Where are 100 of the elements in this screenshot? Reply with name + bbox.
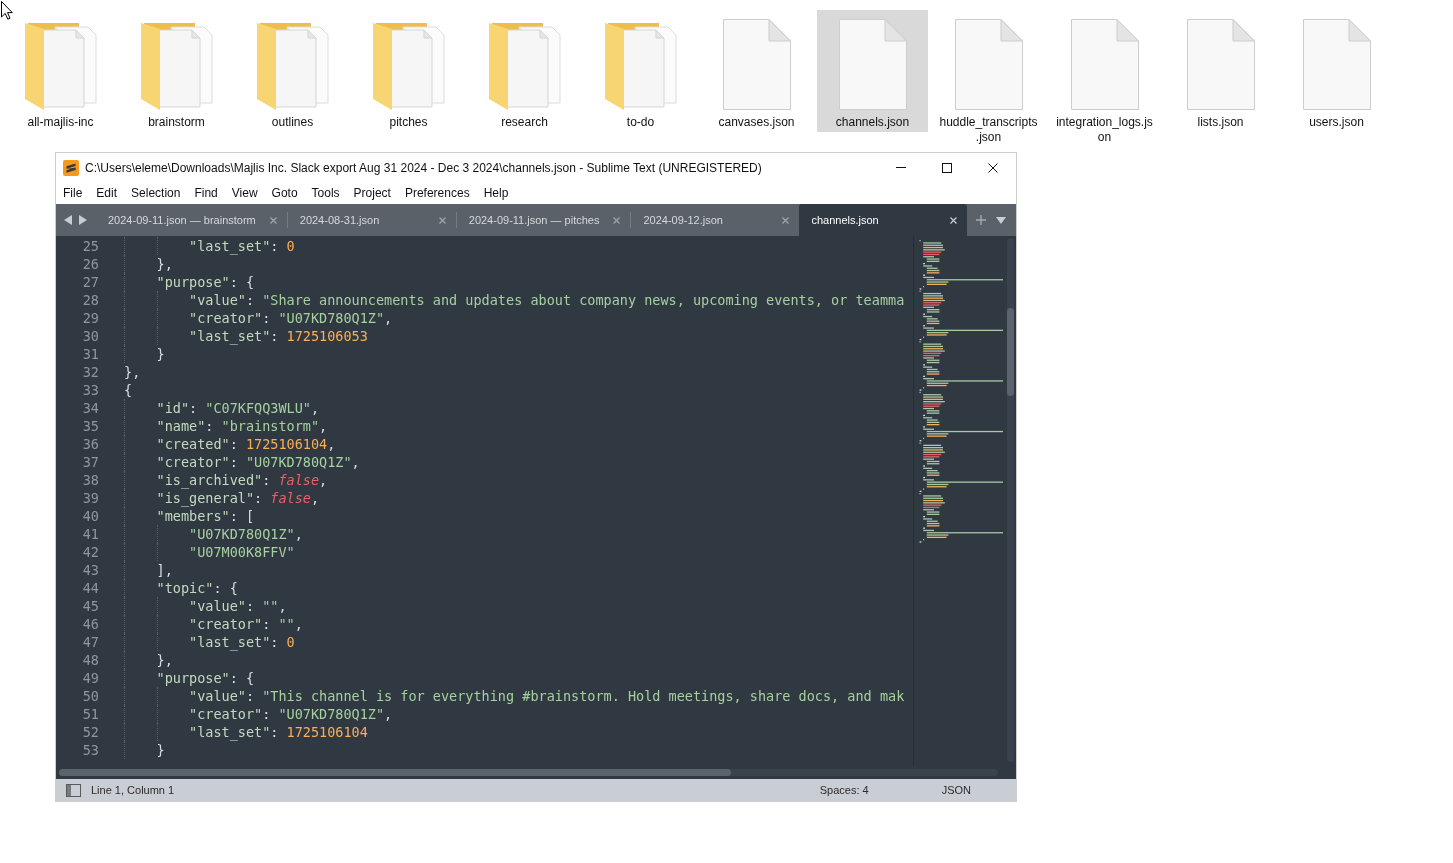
- indentation-setting[interactable]: Spaces: 4: [819, 781, 869, 799]
- line-number: 53: [82, 741, 99, 759]
- folder-item[interactable]: research: [469, 10, 580, 132]
- plus-icon[interactable]: [976, 215, 986, 225]
- document-item[interactable]: huddle_transcripts .json: [933, 10, 1044, 147]
- code-line: "purpose": {: [156, 273, 255, 291]
- vertical-scrollbar[interactable]: [1006, 238, 1014, 762]
- tab[interactable]: channels.json: [799, 204, 968, 236]
- code-line: "value": "",: [189, 597, 287, 615]
- menu-item[interactable]: Tools: [304, 184, 347, 201]
- close-icon: [988, 162, 998, 173]
- document-icon: [1070, 19, 1139, 110]
- document-item[interactable]: lists.json: [1165, 10, 1276, 132]
- code-line: "U07M00K8FFV": [189, 543, 295, 561]
- line-number: 47: [82, 633, 99, 651]
- folder-icon: [488, 23, 561, 110]
- code-line: ],: [156, 561, 173, 579]
- document-item[interactable]: canvases.json: [701, 10, 812, 132]
- folder-item[interactable]: to-do: [585, 10, 696, 132]
- code-line: "creator": "",: [189, 615, 303, 633]
- line-number: 37: [82, 453, 99, 471]
- code-line: "last_set": 0: [189, 633, 295, 651]
- code-line: "created": 1725106104,: [156, 435, 336, 453]
- code-line: "purpose": {: [156, 669, 255, 687]
- close-icon[interactable]: [950, 216, 958, 224]
- line-number: 36: [82, 435, 99, 453]
- app-logo-icon: [63, 159, 79, 176]
- code-line: {: [124, 381, 133, 399]
- scrollbar-thumb[interactable]: [59, 769, 731, 776]
- window-title: C:\Users\eleme\Downloads\Majlis Inc. Slack export Aug 31 2024 - Dec 3 2024\channels.json - Sublime Text (UNREGISTERED): [85, 159, 762, 177]
- line-number: 52: [82, 723, 99, 741]
- menu-item[interactable]: Find: [187, 184, 225, 201]
- dropdown-triangle-icon[interactable]: [996, 216, 1006, 224]
- menu-item[interactable]: View: [224, 184, 265, 201]
- code-line: "last_set": 0: [189, 237, 295, 255]
- code-line: "members": [: [156, 507, 255, 525]
- code-line: "last_set": 1725106053: [189, 327, 368, 345]
- code-line: "creator": "U07KD780Q1Z",: [189, 705, 393, 723]
- line-number: 46: [82, 615, 99, 633]
- minimize-icon: [896, 167, 906, 168]
- line-number: 25: [82, 237, 99, 255]
- folder-item[interactable]: brainstorm: [121, 10, 232, 132]
- tab[interactable]: 2024-09-11.json — pitches: [456, 204, 631, 236]
- syntax-setting[interactable]: JSON: [941, 781, 971, 799]
- tab[interactable]: 2024-08-31.json: [287, 204, 456, 236]
- code-line: }: [156, 741, 165, 759]
- tab[interactable]: 2024-09-11.json — brainstorm: [96, 204, 287, 236]
- document-icon: [838, 19, 907, 110]
- line-number: 51: [82, 705, 99, 723]
- line-number: 38: [82, 471, 99, 489]
- code-line: "is_general": false,: [156, 489, 320, 507]
- folder-item[interactable]: outlines: [237, 10, 348, 132]
- code-line: },: [124, 363, 141, 381]
- document-item[interactable]: users.json: [1281, 10, 1392, 132]
- line-number: 32: [82, 363, 99, 381]
- scroll-right-icon[interactable]: [79, 215, 87, 225]
- cursor-position: Line 1, Column 1: [91, 782, 175, 798]
- line-number: 33: [82, 381, 99, 399]
- folder-item[interactable]: pitches: [353, 10, 464, 132]
- code-line: "value": "Share announcements and updates about company news, upcoming events, or teamma: [189, 291, 905, 309]
- code-line: "last_set": 1725106104: [189, 723, 368, 741]
- scroll-left-icon[interactable]: [64, 215, 72, 225]
- line-number: 35: [82, 417, 99, 435]
- code-line: "U07KD780Q1Z",: [189, 525, 303, 543]
- folder-icon: [604, 23, 677, 110]
- folder-icon: [256, 23, 329, 110]
- code-line: "is_archived": false,: [156, 471, 328, 489]
- tab[interactable]: 2024-09-12.json: [631, 204, 800, 236]
- code-line: "creator": "U07KD780Q1Z",: [189, 309, 393, 327]
- menu-item[interactable]: Selection: [124, 184, 188, 201]
- line-number: 45: [82, 597, 99, 615]
- menu-item[interactable]: Edit: [89, 184, 125, 201]
- line-number: 27: [82, 273, 99, 291]
- horizontal-scrollbar[interactable]: [59, 769, 998, 776]
- code-line: "value": "This channel is for everything #brainstorm. Hold meetings, share docs, and mak: [189, 687, 905, 705]
- code-line: }: [156, 345, 165, 363]
- code-line: },: [156, 651, 173, 669]
- code-line: },: [156, 255, 173, 273]
- line-number: 49: [82, 669, 99, 687]
- folder-item[interactable]: all-majlis-inc: [5, 10, 116, 132]
- line-number: 50: [82, 687, 99, 705]
- panel-toggle-icon[interactable]: [66, 783, 81, 797]
- menu-item[interactable]: Help: [476, 184, 516, 201]
- line-number: 28: [82, 291, 99, 309]
- document-icon: [1186, 19, 1255, 110]
- line-number: 40: [82, 507, 99, 525]
- menu-item[interactable]: Project: [346, 184, 398, 201]
- maximize-icon: [942, 162, 952, 173]
- document-item[interactable]: channels.json: [817, 10, 928, 132]
- line-number: 34: [82, 399, 99, 417]
- line-number: 29: [82, 309, 99, 327]
- line-number: 44: [82, 579, 99, 597]
- document-item[interactable]: integration_logs.js on: [1049, 10, 1160, 147]
- menu-item[interactable]: Preferences: [397, 184, 477, 201]
- line-number: 42: [82, 543, 99, 561]
- code-line: "topic": {: [156, 579, 238, 597]
- menu-item[interactable]: Goto: [264, 184, 305, 201]
- folder-icon: [140, 23, 213, 110]
- menu-item[interactable]: File: [56, 184, 90, 201]
- scrollbar-thumb[interactable]: [1006, 308, 1014, 396]
